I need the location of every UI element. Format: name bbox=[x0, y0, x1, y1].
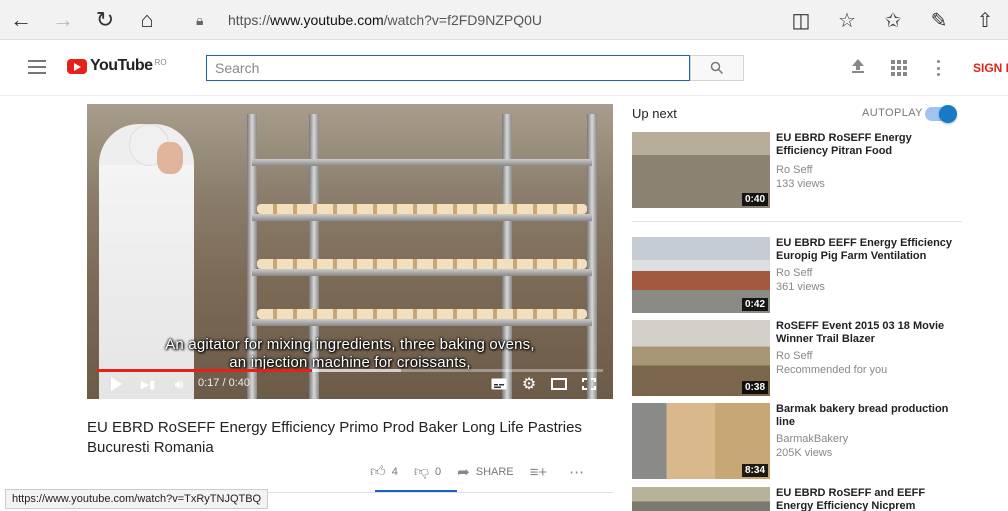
baker-face bbox=[157, 142, 183, 174]
video-player[interactable]: An agitator for mixing ingredients, thre… bbox=[87, 104, 613, 399]
search-input[interactable] bbox=[207, 56, 689, 80]
caption-line-1: An agitator for mixing ingredients, thre… bbox=[165, 336, 535, 353]
recommended-video[interactable]: 0:42 EU EBRD EEFF Energy Efficiency Euro… bbox=[632, 237, 972, 313]
favorites-list-icon[interactable]: ✩ bbox=[870, 0, 916, 40]
up-next-heading: Up next bbox=[632, 106, 677, 121]
recommended-video[interactable]: 0:40 EU EBRD RoSEFF Energy Efficiency Pi… bbox=[632, 132, 972, 208]
subtitles-icon[interactable] bbox=[489, 374, 509, 394]
recommended-channel: BarmakBakery bbox=[776, 433, 849, 445]
add-to-playlist-button[interactable]: ≡+ bbox=[530, 464, 554, 481]
home-icon[interactable]: ⌂ bbox=[126, 0, 168, 40]
forward-arrow-icon[interactable]: → bbox=[42, 0, 84, 40]
progress-played bbox=[97, 369, 313, 372]
upload-icon[interactable] bbox=[851, 58, 867, 78]
search-box bbox=[206, 55, 690, 81]
address-bar[interactable]: 🔒︎ https://www.youtube.com/watch?v=f2FD9… bbox=[196, 5, 796, 35]
recommended-views: 361 views bbox=[776, 281, 825, 293]
status-link-tooltip: https://www.youtube.com/watch?v=TxRyTNJQ… bbox=[5, 489, 269, 509]
hamburger-menu-icon[interactable] bbox=[28, 60, 46, 74]
play-icon[interactable] bbox=[107, 374, 125, 394]
share-arrow-icon: ➦ bbox=[457, 464, 470, 481]
duration-badge: 0:42 bbox=[741, 298, 768, 311]
more-horizontal-icon: ⋯ bbox=[569, 464, 585, 481]
duration-badge: 8:34 bbox=[741, 464, 768, 477]
more-actions-button[interactable]: ⋯ bbox=[569, 463, 590, 481]
duration-badge: 0:38 bbox=[741, 381, 768, 394]
web-note-icon[interactable]: ✎ bbox=[916, 0, 962, 40]
recommended-channel: Ro Seff bbox=[776, 267, 813, 279]
duration-badge: 0:40 bbox=[741, 193, 768, 206]
more-vertical-icon[interactable] bbox=[936, 60, 940, 76]
video-title: EU EBRD RoSEFF Energy Efficiency Primo P… bbox=[87, 419, 582, 456]
recommended-title[interactable]: EU EBRD EEFF Energy Efficiency Europig P… bbox=[776, 237, 956, 263]
youtube-play-logo-icon bbox=[67, 58, 87, 74]
video-thumbnail[interactable] bbox=[632, 487, 770, 511]
volume-icon[interactable]: 🔊︎ bbox=[169, 374, 189, 394]
logo-country: RO bbox=[154, 57, 167, 67]
settings-gear-icon[interactable]: ⚙︎ bbox=[519, 374, 539, 394]
autoplay-label: AUTOPLAY bbox=[862, 107, 923, 119]
back-arrow-icon[interactable]: ← bbox=[0, 0, 42, 40]
video-actions: 👍︎ 4 👎︎ 0 ➦ SHARE ≡+ ⋯ bbox=[370, 462, 606, 482]
apps-grid-icon[interactable] bbox=[891, 60, 907, 76]
progress-bar[interactable] bbox=[97, 369, 603, 372]
dislike-count: 0 bbox=[435, 466, 442, 478]
youtube-logo[interactable]: YouTube RO bbox=[67, 57, 167, 75]
add-to-playlist-icon: ≡+ bbox=[529, 463, 548, 481]
recommended-channel: Ro Seff bbox=[776, 350, 813, 362]
pastry-row bbox=[257, 204, 587, 214]
next-icon[interactable]: ▶▮ bbox=[139, 374, 157, 394]
rack-shelf bbox=[252, 319, 592, 326]
time-display: 0:17 / 0:40 bbox=[198, 377, 250, 389]
recommended-title[interactable]: RoSEFF Event 2015 03 18 Movie Winner Tra… bbox=[776, 320, 956, 346]
theater-mode-icon[interactable] bbox=[549, 374, 569, 394]
youtube-header: YouTube RO SIGN I bbox=[0, 40, 1008, 96]
fullscreen-icon[interactable] bbox=[579, 374, 599, 394]
video-thumbnail[interactable]: 8:34 bbox=[632, 403, 770, 479]
recommended-video[interactable]: 8:34 Barmak bakery bread production line… bbox=[632, 403, 972, 479]
like-button[interactable]: 👍︎ 4 bbox=[370, 463, 398, 481]
url-host: www.youtube.com bbox=[270, 12, 384, 28]
recommended-views: 133 views bbox=[776, 178, 825, 190]
share-button[interactable]: ➦ SHARE bbox=[457, 463, 513, 481]
recommended-title[interactable]: EU EBRD RoSEFF Energy Efficiency Pitran … bbox=[776, 132, 956, 158]
recommended-title[interactable]: EU EBRD RoSEFF and EEFF Energy Efficienc… bbox=[776, 487, 956, 511]
recommended-video[interactable]: 0:38 RoSEFF Event 2015 03 18 Movie Winne… bbox=[632, 320, 972, 396]
browser-toolbar: ← → ↻ ⌂ 🔒︎ https://www.youtube.com/watch… bbox=[0, 0, 1008, 40]
rack-shelf bbox=[252, 269, 592, 276]
sign-in-button[interactable]: SIGN I bbox=[973, 61, 1008, 75]
pastry-row bbox=[257, 259, 587, 269]
autoplay-toggle-knob bbox=[939, 105, 957, 123]
url-path: /watch?v=f2FD9NZPQ0U bbox=[383, 12, 542, 28]
recommended-views: 205K views bbox=[776, 447, 833, 459]
favorite-star-icon[interactable]: ☆ bbox=[824, 0, 870, 40]
recommended-video[interactable]: EU EBRD RoSEFF and EEFF Energy Efficienc… bbox=[632, 487, 972, 511]
video-thumbnail[interactable]: 0:42 bbox=[632, 237, 770, 313]
pastry-row bbox=[257, 309, 587, 319]
recommended-channel: Ro Seff bbox=[776, 164, 813, 176]
search-button[interactable] bbox=[690, 55, 744, 81]
video-thumbnail[interactable]: 0:40 bbox=[632, 132, 770, 208]
video-thumbnail[interactable]: 0:38 bbox=[632, 320, 770, 396]
recommended-title[interactable]: Barmak bakery bread production line bbox=[776, 403, 956, 429]
rack-shelf bbox=[252, 159, 592, 166]
lock-icon: 🔒︎ bbox=[196, 11, 204, 28]
reading-view-icon[interactable]: ◫ bbox=[778, 0, 824, 40]
refresh-icon[interactable]: ↻ bbox=[84, 0, 126, 40]
search-icon bbox=[710, 61, 724, 75]
url-prefix: https:// bbox=[228, 12, 271, 28]
share-icon[interactable]: ⇧ bbox=[962, 0, 1008, 40]
dislike-button[interactable]: 👎︎ 0 bbox=[414, 463, 441, 481]
thumbs-down-icon: 👎︎ bbox=[413, 463, 430, 480]
like-count: 4 bbox=[391, 466, 398, 478]
rack-shelf bbox=[252, 214, 592, 221]
logo-text: YouTube bbox=[90, 57, 153, 74]
sidebar-divider bbox=[632, 221, 962, 222]
autoplay-toggle[interactable] bbox=[925, 105, 957, 123]
thumbs-up-icon: 👍︎ bbox=[370, 463, 386, 480]
recommended-views: Recommended for you bbox=[776, 364, 888, 376]
share-label: SHARE bbox=[475, 466, 514, 478]
